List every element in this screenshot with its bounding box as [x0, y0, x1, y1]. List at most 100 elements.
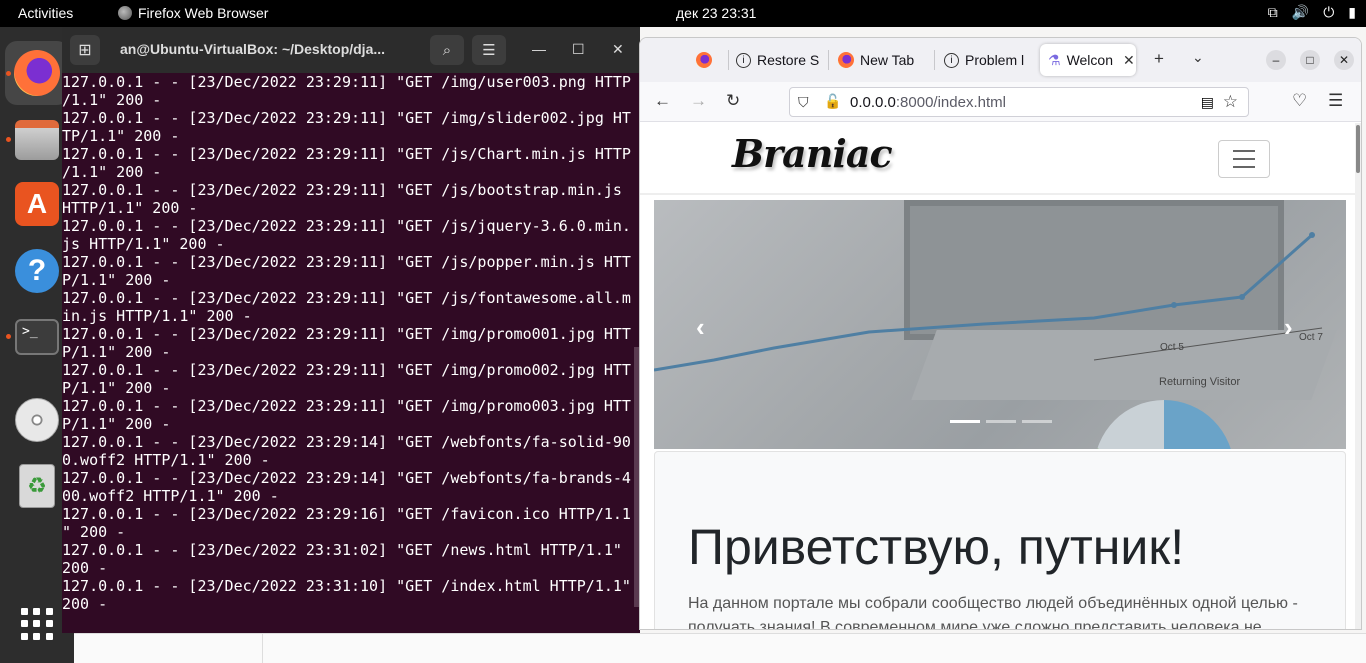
maximize-button[interactable]: ☐ — [572, 41, 585, 58]
terminal-line: 127.0.0.1 - - [23/Dec/2022 23:29:11] "GE… — [62, 397, 631, 415]
close-tab-icon[interactable]: ✕ — [1123, 52, 1135, 69]
app-menu[interactable]: Firefox Web Browser — [118, 5, 268, 21]
url-text[interactable]: 0.0.0.0:8000/index.html — [850, 94, 1006, 111]
firefox-window[interactable]: i Restore S New Tab i Problem l ⚗ Welcon… — [639, 37, 1362, 630]
terminal-line: HTTP/1.1" 200 - — [62, 199, 198, 217]
volume-icon: 🔊 — [1291, 4, 1310, 20]
dock-files[interactable] — [5, 108, 69, 172]
terminal-title: an@Ubuntu-VirtualBox: ~/Desktop/dja... — [120, 41, 386, 57]
new-tab-plus-icon[interactable]: + — [1154, 49, 1164, 69]
trash-icon: ♻ — [19, 464, 55, 508]
tab-new-tab[interactable]: New Tab — [830, 44, 934, 76]
search-button[interactable]: ⌕ — [430, 35, 464, 65]
hamburger-icon[interactable]: ☰ — [1328, 91, 1343, 111]
terminal-line: js HTTP/1.1" 200 - — [62, 235, 225, 253]
terminal-line: 127.0.0.1 - - [23/Dec/2022 23:29:11] "GE… — [62, 217, 631, 235]
terminal-line: 127.0.0.1 - - [23/Dec/2022 23:29:11] "GE… — [62, 289, 631, 307]
terminal-window[interactable]: ⊞ an@Ubuntu-VirtualBox: ~/Desktop/dja...… — [62, 27, 640, 633]
navbar-toggler[interactable] — [1218, 140, 1270, 178]
page-scrollbar[interactable] — [1355, 123, 1361, 629]
firefox-icon — [14, 50, 60, 96]
folder-icon — [15, 120, 59, 160]
firefox-icon — [118, 6, 132, 20]
chart-label: Oct 7 — [1299, 332, 1323, 343]
bookmark-star-icon[interactable]: ☆ — [1223, 92, 1238, 112]
navigation-toolbar: ← → ↻ ⛉ 🔓 0.0.0.0:8000/index.html ▤ ☆ ♡ … — [640, 82, 1361, 122]
tab-welcome[interactable]: ⚗ Welcon ✕ — [1040, 44, 1136, 76]
terminal-line: 127.0.0.1 - - [23/Dec/2022 23:29:16] "GE… — [62, 505, 631, 523]
store-icon: A — [15, 182, 59, 226]
tab-bar: i Restore S New Tab i Problem l ⚗ Welcon… — [640, 38, 1361, 82]
carousel-indicator[interactable] — [950, 420, 980, 423]
terminal-header: ⊞ an@Ubuntu-VirtualBox: ~/Desktop/dja...… — [62, 27, 640, 73]
carousel-prev-button[interactable]: ‹ — [696, 312, 705, 343]
dock-trash[interactable]: ♻ — [5, 454, 69, 518]
close-button[interactable]: ✕ — [1334, 50, 1354, 70]
minimize-button[interactable]: — — [532, 41, 546, 57]
running-indicator — [6, 71, 11, 76]
dock-help[interactable]: ? — [5, 239, 69, 303]
terminal-line: 127.0.0.1 - - [23/Dec/2022 23:29:11] "GE… — [62, 253, 631, 271]
new-tab-button[interactable]: ⊞ — [70, 35, 100, 65]
tab-label: Problem l — [965, 52, 1025, 68]
dock-terminal[interactable]: >_ — [5, 305, 69, 369]
terminal-output[interactable]: 127.0.0.1 - - [23/Dec/2022 23:29:11] "GE… — [62, 73, 632, 633]
insecure-lock-icon[interactable]: 🔓 — [824, 93, 841, 110]
tab-firefox[interactable] — [688, 44, 728, 76]
carousel-indicator[interactable] — [1022, 420, 1052, 423]
terminal-line: 127.0.0.1 - - [23/Dec/2022 23:29:11] "GE… — [62, 145, 631, 163]
power-icon: ⏻ — [1323, 4, 1335, 20]
hamburger-icon: ☰ — [482, 42, 496, 59]
dock-dvd[interactable] — [5, 388, 69, 452]
welcome-lead-text: На данном портале мы собрали сообщество … — [688, 595, 1298, 630]
terminal-line: 127.0.0.1 - - [23/Dec/2022 23:31:10] "GE… — [62, 577, 631, 595]
menu-button[interactable]: ☰ — [472, 35, 506, 65]
activities-button[interactable]: Activities — [18, 5, 73, 21]
list-tabs-icon[interactable]: ⌄ — [1192, 49, 1204, 66]
terminal-line: 127.0.0.1 - - [23/Dec/2022 23:29:11] "GE… — [62, 73, 631, 91]
terminal-line: 200 - — [62, 595, 108, 613]
terminal-line: /1.1" 200 - — [62, 91, 162, 109]
dock-firefox[interactable] — [5, 41, 69, 105]
battery-icon: ▮ — [1348, 4, 1356, 20]
carousel-indicator[interactable] — [986, 420, 1016, 423]
shield-icon[interactable]: ⛉ — [798, 94, 809, 111]
chart-label: Oct 5 — [1160, 342, 1184, 353]
terminal-line: TP/1.1" 200 - — [62, 127, 180, 145]
clock[interactable]: дек 23 23:31 — [676, 5, 756, 21]
pocket-icon[interactable]: ♡ — [1292, 91, 1307, 111]
show-apps-button[interactable] — [5, 592, 69, 656]
apps-grid-icon — [21, 608, 53, 640]
back-icon[interactable]: ← — [654, 91, 671, 111]
network-icon: ⧉ — [1267, 4, 1278, 20]
dock-software[interactable]: A — [5, 172, 69, 236]
carousel-chart-graphic — [654, 232, 1323, 372]
search-icon: ⌕ — [442, 41, 452, 59]
terminal-line: P/1.1" 200 - — [62, 343, 171, 361]
carousel: Oct 5 Oct 7 Returning Visitor ‹ › — [654, 200, 1346, 449]
terminal-line: P/1.1" 200 - — [62, 379, 171, 397]
carousel-next-button[interactable]: › — [1284, 312, 1293, 343]
minimize-button[interactable]: – — [1266, 50, 1286, 70]
system-tray[interactable]: ⧉ 🔊 ⏻ ▮ — [1268, 4, 1356, 21]
tab-label: New Tab — [860, 52, 915, 68]
site-header: Braniac — [640, 123, 1357, 195]
reload-icon[interactable]: ↻ — [726, 91, 740, 111]
tab-restore-session[interactable]: i Restore S — [728, 44, 824, 76]
reader-view-icon[interactable]: ▤ — [1201, 94, 1214, 111]
running-indicator — [6, 137, 11, 142]
url-bar[interactable]: ⛉ 🔓 0.0.0.0:8000/index.html ▤ ☆ — [789, 87, 1249, 117]
chart-label: Returning Visitor — [1159, 376, 1241, 388]
top-bar: Activities Firefox Web Browser дек 23 23… — [0, 0, 1366, 27]
terminal-icon: >_ — [15, 319, 59, 355]
forward-icon[interactable]: → — [690, 91, 707, 111]
terminal-line: 127.0.0.1 - - [23/Dec/2022 23:29:11] "GE… — [62, 325, 631, 343]
terminal-line: 127.0.0.1 - - [23/Dec/2022 23:29:11] "GE… — [62, 361, 631, 379]
terminal-line: /1.1" 200 - — [62, 163, 162, 181]
site-logo[interactable]: Braniac — [732, 131, 893, 176]
flask-icon: ⚗ — [1048, 51, 1061, 68]
close-button[interactable]: ✕ — [612, 41, 624, 58]
tab-problem[interactable]: i Problem l — [936, 44, 1036, 76]
terminal-line: in.js HTTP/1.1" 200 - — [62, 307, 252, 325]
maximize-button[interactable]: □ — [1300, 50, 1320, 70]
